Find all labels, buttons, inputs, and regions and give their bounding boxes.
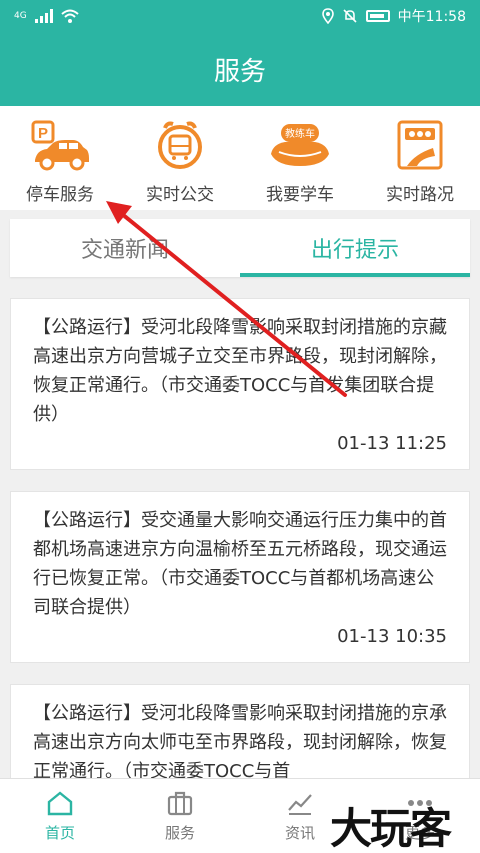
service-parking[interactable]: P 停车服务 [0,106,120,210]
services-row: P 停车服务 实时公交 教练车 我要学车 实时路况 [0,106,480,210]
tabbar-home[interactable]: 首页 [0,779,120,853]
tab-traffic-news[interactable]: 交通新闻 [10,219,240,277]
signal-icon [34,9,53,23]
tabbar-services[interactable]: 服务 [120,779,240,853]
briefcase-icon [167,791,193,815]
location-icon [321,8,334,24]
service-label: 停车服务 [26,185,94,205]
app-header: 服务 [0,32,480,106]
tabbar-label: 服务 [164,823,195,842]
network-label: 4G [14,11,27,21]
parking-car-icon: P [29,120,91,172]
tab-label: 交通新闻 [80,238,169,263]
wifi-icon [61,9,79,23]
service-label: 实时公交 [146,185,214,205]
service-label: 实时路况 [386,185,454,205]
clock: 中午11:58 [397,9,466,25]
battery-icon [365,10,390,22]
chart-icon [288,793,312,815]
tabbar-label: 首页 [44,823,75,842]
news-tabs: 交通新闻 出行提示 [10,219,470,277]
svg-text:P: P [38,125,48,142]
mute-bell-icon [343,9,357,23]
news-card[interactable]: 【公路运行】受交通量大影响交通运行压力集中的首都机场高速进京方向温榆桥至五元桥路… [10,491,470,663]
tab-label: 出行提示 [310,238,399,263]
service-traffic[interactable]: 实时路况 [360,106,480,210]
bus-clock-icon [149,120,211,172]
tab-travel-tips[interactable]: 出行提示 [240,219,470,277]
tabbar-label: 资讯 [284,823,315,842]
svg-text:教练车: 教练车 [285,127,315,140]
service-driving-school[interactable]: 教练车 我要学车 [240,106,360,210]
news-card-text: 【公路运行】受交通量大影响交通运行压力集中的首都机场高速进京方向温榆桥至五元桥路… [33,510,447,618]
page-title: 服务 [213,56,266,87]
news-card-text: 【公路运行】受河北段降雪影响采取封闭措施的京藏高速出京方向营城子立交至市界路段，… [33,317,447,425]
home-icon [47,790,73,815]
news-card[interactable]: 【公路运行】受河北段降雪影响采取封闭措施的京藏高速出京方向营城子立交至市界路段，… [10,298,470,470]
driving-school-icon: 教练车 [269,120,331,172]
status-bar: 4G 中午11:58 [0,0,480,32]
watermark-logo: 大玩客 [330,804,452,853]
service-bus[interactable]: 实时公交 [120,106,240,210]
news-card-text: 【公路运行】受河北段降雪影响采取封闭措施的京承高速出京方向太师屯至市界路段，现封… [33,703,447,782]
news-card-time: 01-13 10:35 [337,626,447,647]
news-card-time: 01-13 11:25 [337,433,447,454]
traffic-light-road-icon [389,120,451,172]
news-card[interactable]: 【公路运行】受河北段降雪影响采取封闭措施的京承高速出京方向太师屯至市界路段，现封… [10,684,470,784]
service-label: 我要学车 [266,185,334,205]
